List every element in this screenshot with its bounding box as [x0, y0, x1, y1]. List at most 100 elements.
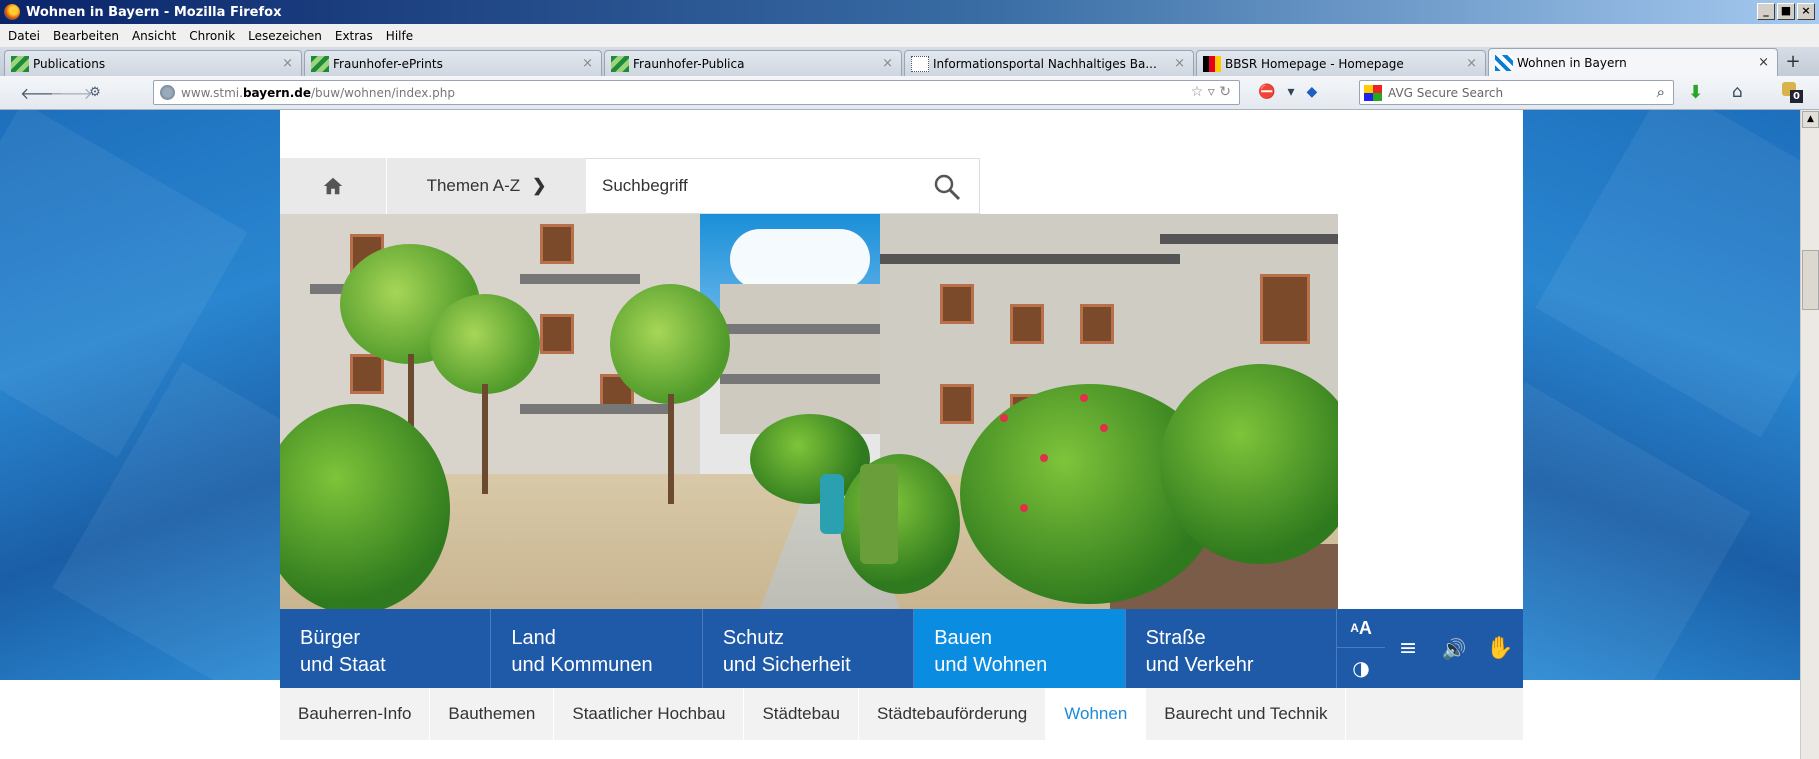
menu-ansicht[interactable]: Ansicht — [132, 29, 176, 43]
font-size-small-glyph: A — [1350, 621, 1359, 635]
tab-fraunhofer-eprints[interactable]: Fraunhofer-ePrints × — [304, 50, 602, 76]
maximize-button[interactable]: ■ — [1777, 3, 1795, 20]
scrollbar-thumb[interactable] — [1802, 250, 1819, 310]
tab-wohnen-in-bayern[interactable]: Wohnen in Bayern × — [1488, 48, 1778, 76]
menu-extras[interactable]: Extras — [335, 29, 373, 43]
search-icon[interactable]: ⌕ — [1657, 83, 1665, 101]
mainnav-label-line1: Land — [511, 627, 556, 649]
scroll-up-arrow-icon[interactable]: ▲ — [1802, 111, 1819, 128]
mainnav-land-und-kommunen[interactable]: Land und Kommunen — [491, 609, 703, 688]
subnav-staedtebaufoerderung[interactable]: Städtebauförderung — [859, 688, 1047, 740]
subnav-bauherren-info[interactable]: Bauherren-Info — [280, 688, 431, 740]
mainnav-label-line2: und Verkehr — [1145, 654, 1254, 676]
menu-bearbeiten[interactable]: Bearbeiten — [53, 29, 119, 43]
tab-bbsr[interactable]: BBSR Homepage - Homepage × — [1196, 50, 1486, 76]
tab-label: Publications — [33, 56, 106, 71]
subnav-wohnen[interactable]: Wohnen — [1046, 688, 1147, 740]
reader-icon[interactable]: ≡ — [1385, 609, 1431, 688]
mainnav-schutz-und-sicherheit[interactable]: Schutz und Sicherheit — [703, 609, 915, 688]
background-diamond — [1535, 110, 1800, 438]
avg-logo-icon — [1364, 84, 1382, 101]
tab-label: Fraunhofer-ePrints — [333, 56, 443, 71]
tab-label: BBSR Homepage - Homepage — [1225, 56, 1404, 71]
font-size-button[interactable]: AA — [1337, 609, 1386, 648]
mainnav-label-line2: und Wohnen — [934, 654, 1048, 676]
hero-image-residential-courtyard — [280, 214, 1338, 609]
search-placeholder: AVG Secure Search — [1388, 85, 1504, 100]
mainnav-bauen-und-wohnen[interactable]: Bauen und Wohnen — [914, 609, 1126, 688]
addon-badge-icon[interactable]: 0 — [1782, 82, 1804, 104]
tab-publications[interactable]: Publications × — [4, 50, 302, 76]
menu-chronik[interactable]: Chronik — [189, 29, 235, 43]
minimize-button[interactable]: _ — [1757, 3, 1775, 20]
tab-label: Fraunhofer-Publica — [633, 56, 745, 71]
subnav-staedtebau[interactable]: Städtebau — [744, 688, 859, 740]
tab-close-icon[interactable]: × — [582, 56, 593, 71]
tab-close-icon[interactable]: × — [1466, 56, 1477, 71]
forward-arrow-icon[interactable]: 🡒 — [50, 83, 93, 103]
page-viewport: Themen A-Z ❯ Suchbegriff Bürger und Staa… — [0, 110, 1800, 759]
tab-label: Informationsportal Nachhaltiges Ba... — [933, 56, 1157, 71]
themen-az-label: Themen A-Z — [426, 176, 521, 195]
menu-lesezeichen[interactable]: Lesezeichen — [248, 29, 322, 43]
badge-count: 0 — [1790, 90, 1803, 103]
mainnav-label-line2: und Staat — [300, 654, 386, 676]
tab-strip: Publications × Fraunhofer-ePrints × Frau… — [0, 47, 1819, 76]
globe-icon — [160, 85, 175, 100]
subnav-bauthemen[interactable]: Bauthemen — [430, 688, 555, 740]
site-home-button[interactable] — [280, 158, 386, 214]
mainnav-strasse-und-verkehr[interactable]: Straße und Verkehr — [1126, 609, 1338, 688]
bookmark-star-icon[interactable]: ☆ ▿ ↻ — [1191, 84, 1231, 100]
tab-close-icon[interactable]: × — [1758, 55, 1769, 70]
site-search-input[interactable]: Suchbegriff — [586, 158, 980, 214]
download-arrow-icon[interactable]: ⬇ — [1688, 82, 1703, 103]
url-text: www.stmi.bayern.de/buw/wohnen/index.php — [181, 85, 455, 100]
main-navigation: Bürger und Staat Land und Kommunen Schut… — [280, 609, 1523, 688]
tab-close-icon[interactable]: × — [1174, 56, 1185, 71]
chevron-right-icon: ❯ — [532, 176, 547, 195]
contrast-icon[interactable]: ◑ — [1337, 648, 1385, 687]
sub-navigation: Bauherren-Info Bauthemen Staatlicher Hoc… — [280, 688, 1523, 740]
dropdown-arrow-icon[interactable]: ▾ — [1287, 84, 1294, 100]
window-title: Wohnen in Bayern - Mozilla Firefox — [26, 4, 282, 20]
fraunhofer-icon — [611, 55, 629, 72]
menu-hilfe[interactable]: Hilfe — [386, 29, 413, 43]
mainnav-label-line2: und Kommunen — [511, 654, 653, 676]
addon-block-icon[interactable]: ⛔ — [1258, 84, 1275, 100]
bayern-icon — [1495, 54, 1513, 71]
home-icon[interactable]: ⌂ — [1732, 82, 1743, 102]
tab-informationsportal[interactable]: Informationsportal Nachhaltiges Ba... × — [904, 50, 1194, 76]
font-size-large-glyph: A — [1358, 617, 1372, 638]
accessibility-tools: AA ◑ ≡ 🔊 ✋ — [1337, 609, 1523, 688]
mainnav-buerger-und-staat[interactable]: Bürger und Staat — [280, 609, 492, 688]
mainnav-label-line1: Bürger — [300, 627, 361, 649]
background-right-panel — [1395, 110, 1800, 738]
speaker-icon[interactable]: 🔊 — [1431, 609, 1477, 688]
menu-bar: Datei Bearbeiten Ansicht Chronik Lesezei… — [0, 24, 1819, 47]
sign-language-icon[interactable]: ✋ — [1477, 609, 1523, 688]
site-header-row: Themen A-Z ❯ Suchbegriff — [280, 158, 980, 214]
bookmark-bird-icon[interactable]: ◆ — [1306, 84, 1317, 100]
fraunhofer-icon — [311, 55, 329, 72]
dotted-page-icon — [911, 55, 929, 72]
subnav-baurecht-und-technik[interactable]: Baurecht und Technik — [1146, 688, 1347, 740]
new-tab-plus-icon[interactable]: + — [1780, 50, 1806, 76]
vertical-scrollbar[interactable]: ▲ — [1800, 110, 1819, 759]
cloud — [730, 229, 870, 289]
back-arrow-icon[interactable]: 🡐 — [20, 83, 63, 103]
mainnav-label-line1: Schutz — [722, 627, 784, 649]
mainnav-label-line2: und Sicherheit — [722, 654, 851, 676]
search-bar[interactable]: AVG Secure Search ⌕ — [1359, 80, 1674, 105]
cyclist-adult — [860, 464, 898, 564]
mainnav-label-line1: Bauen — [934, 627, 993, 649]
identity-icon[interactable]: ⚙ — [80, 85, 110, 100]
menu-datei[interactable]: Datei — [8, 29, 40, 43]
subnav-staatlicher-hochbau[interactable]: Staatlicher Hochbau — [554, 688, 745, 740]
tab-close-icon[interactable]: × — [282, 56, 293, 71]
magnifier-icon[interactable] — [933, 173, 961, 201]
url-bar[interactable]: www.stmi.bayern.de/buw/wohnen/index.php … — [153, 80, 1240, 105]
tab-fraunhofer-publica[interactable]: Fraunhofer-Publica × — [604, 50, 902, 76]
close-button[interactable]: × — [1797, 3, 1815, 20]
tab-close-icon[interactable]: × — [882, 56, 893, 71]
themen-az-button[interactable]: Themen A-Z ❯ — [386, 158, 586, 214]
